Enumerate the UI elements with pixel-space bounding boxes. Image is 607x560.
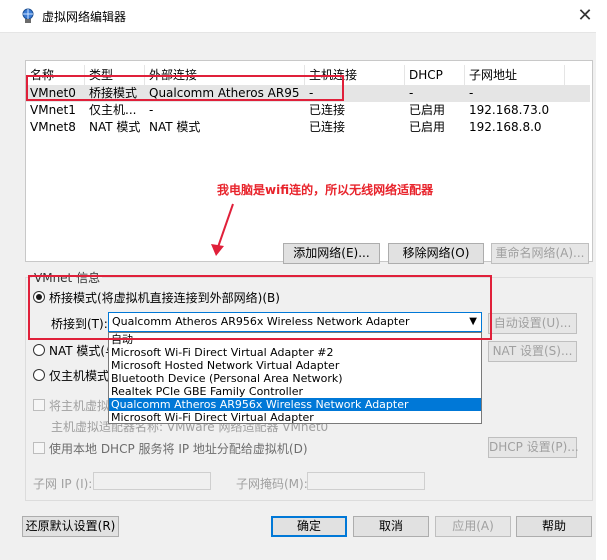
cell-subnet: 192.168.8.0 [469,120,542,134]
dropdown-option[interactable]: Bluetooth Device (Personal Area Network) [109,372,481,385]
column-header-subnet[interactable]: 子网地址 [465,65,565,85]
cell-subnet: 192.168.73.0 [469,103,550,117]
add-network-button[interactable]: 添加网络(E)... [283,243,380,264]
network-editor-icon [22,8,34,23]
dropdown-option[interactable]: Microsoft Wi-Fi Direct Virtual Adapter #… [109,346,481,359]
remove-network-button[interactable]: 移除网络(O) [388,243,484,264]
cell-dhcp: 已启用 [409,103,446,117]
column-header-dhcp[interactable]: DHCP [405,65,465,85]
nat-settings-button[interactable]: NAT 设置(S)... [488,341,577,362]
dropdown-option-selected[interactable]: Qualcomm Atheros AR956x Wireless Network… [109,398,481,411]
connect-host-adapter-checkbox[interactable] [33,399,45,411]
cell-name: VMnet8 [30,120,76,134]
cell-type: 仅主机... [89,103,137,117]
cell-external: - [149,103,154,117]
cell-type: NAT 模式 [89,120,141,134]
cell-subnet: - [469,86,474,100]
cell-dhcp: 已启用 [409,120,446,134]
close-icon: ✕ [577,5,593,26]
help-button[interactable]: 帮助 [516,516,592,537]
nat-mode-radio[interactable] [33,344,45,356]
cell-external: NAT 模式 [149,120,201,134]
annotation-highlight-row [26,75,344,101]
table-row[interactable]: VMnet8 NAT 模式 NAT 模式 已连接 已启用 192.168.8.0 [26,119,590,136]
ok-button[interactable]: 确定 [271,516,347,537]
annotation-text: 我电脑是wifi连的，所以无线网络适配器 [217,183,434,197]
subnet-ip-input[interactable] [93,472,211,490]
table-row[interactable]: VMnet1 仅主机... - 已连接 已启用 192.168.73.0 [26,102,590,119]
bridged-to-dropdown-list[interactable]: 自动 Microsoft Wi-Fi Direct Virtual Adapte… [108,332,482,424]
subnet-ip-label: 子网 IP (I): [33,477,93,491]
dropdown-option[interactable]: Realtek PCIe GBE Family Controller [109,385,481,398]
title-bar[interactable]: 虚拟网络编辑器 ✕ [0,0,607,33]
host-only-radio[interactable] [33,369,45,381]
cancel-button[interactable]: 取消 [353,516,429,537]
desktop-background [596,32,607,560]
cell-name: VMnet1 [30,103,76,117]
connect-host-adapter-label[interactable]: 将主机虚拟 [49,397,109,414]
virtual-network-editor-window: 虚拟网络编辑器 ✕ 名称 类型 外部连接 主机连接 DHCP 子网地址 VMne… [0,0,607,560]
rename-network-button[interactable]: 重命名网络(A)... [491,243,589,264]
cell-dhcp: - [409,86,414,100]
dhcp-settings-button[interactable]: DHCP 设置(P)... [488,437,579,458]
dropdown-option[interactable]: Microsoft Hosted Network Virtual Adapter [109,359,481,372]
subnet-mask-input[interactable] [307,472,425,490]
host-only-label[interactable]: 仅主机模式 [49,367,109,384]
local-dhcp-checkbox[interactable] [33,442,45,454]
apply-button[interactable]: 应用(A) [435,516,511,537]
annotation-arrow-icon [211,203,234,256]
auto-settings-button[interactable]: 自动设置(U)... [488,313,577,334]
dropdown-option[interactable]: Microsoft Wi-Fi Direct Virtual Adapter [109,411,481,423]
cell-host: 已连接 [309,103,346,117]
subnet-mask-label: 子网掩码(M): [236,477,308,491]
local-dhcp-label[interactable]: 使用本地 DHCP 服务将 IP 地址分配给虚拟机(D) [49,440,308,457]
restore-defaults-button[interactable]: 还原默认设置(R) [22,516,119,537]
nat-mode-label[interactable]: NAT 模式(与 [49,342,117,359]
window-title: 虚拟网络编辑器 [42,10,127,24]
annotation-highlight-bridged [28,275,492,340]
cell-host: 已连接 [309,120,346,134]
close-button[interactable]: ✕ [563,0,607,32]
